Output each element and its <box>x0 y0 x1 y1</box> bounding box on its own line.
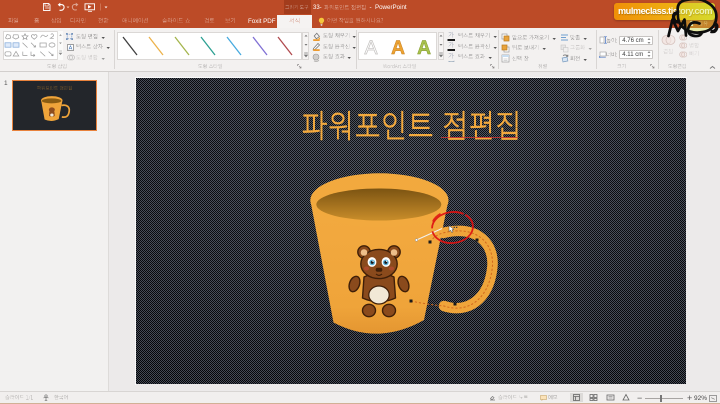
svg-text:A: A <box>391 37 405 59</box>
svg-text:A: A <box>364 37 377 59</box>
svg-text:A: A <box>69 45 73 50</box>
svg-text:A: A <box>417 37 431 59</box>
